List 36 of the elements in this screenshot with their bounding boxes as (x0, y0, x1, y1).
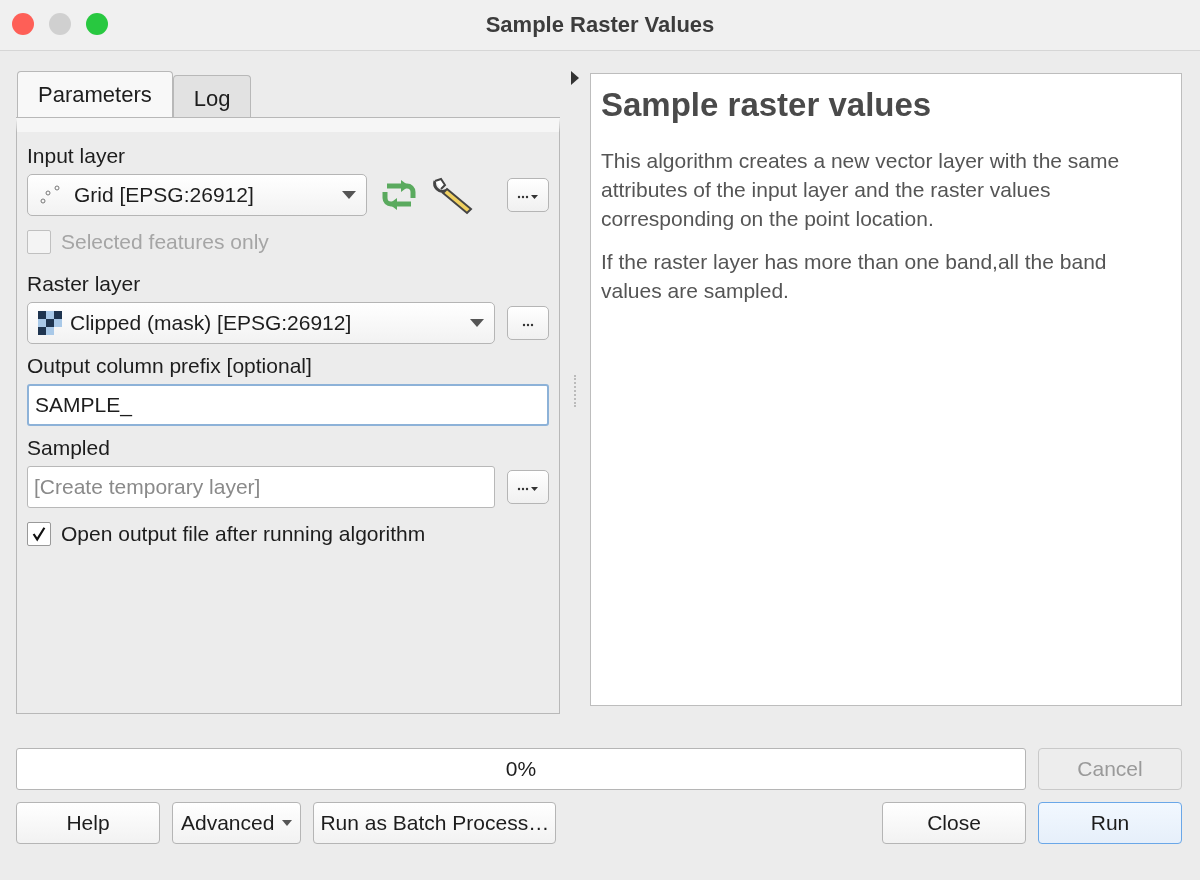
field-label: Sampled (27, 436, 110, 460)
tab[interactable]: Log (172, 75, 252, 118)
zoom-window-button[interactable] (86, 13, 108, 35)
raster-layer-icon (38, 311, 62, 335)
splitter-handle[interactable] (574, 375, 576, 407)
footer-button[interactable]: Close (882, 802, 1026, 844)
output-input-field[interactable]: [Create temporary layer] (27, 466, 495, 508)
minimize-window-button[interactable] (49, 13, 71, 35)
caret-icon (470, 319, 484, 327)
field-label: Output column prefix [optional] (27, 354, 312, 378)
close-window-button[interactable] (12, 13, 34, 35)
progress-reading: 0% (505, 757, 537, 781)
field-label: Raster layer (27, 272, 141, 296)
help-paragraph: This algorithm creates a new vector layer with the same attributes of the input layer and the raster values corresponding on the point location. (601, 148, 1121, 232)
collapse-arrow-icon[interactable] (570, 71, 580, 85)
advanced-dropdown-button[interactable]: Advanced (172, 802, 302, 844)
window-title: Sample Raster Values (485, 12, 715, 38)
layer-dropdown[interactable]: Grid [EPSG:26912] (27, 174, 367, 216)
help-title: Sample raster values (601, 86, 932, 124)
field-label: Input layer (27, 144, 126, 168)
checkbox-label: Selected features only (61, 230, 269, 254)
layer-dropdown[interactable]: Clipped (mask) [EPSG:26912] (27, 302, 495, 344)
browse-button[interactable] (507, 306, 549, 340)
tab[interactable]: Parameters (17, 71, 173, 118)
footer-button[interactable]: Help (16, 802, 160, 844)
caret-icon (282, 820, 293, 826)
checkbox-label: Open output file after running algorithm (61, 522, 426, 546)
browse-button[interactable] (507, 178, 549, 212)
checkmark-icon (30, 525, 48, 543)
checkbox[interactable] (27, 522, 51, 546)
footer-button[interactable]: Run as Batch Process… (313, 802, 557, 844)
footer-button[interactable]: Run (1038, 802, 1182, 844)
browse-button[interactable] (507, 470, 549, 504)
prefix-input-field[interactable]: SAMPLE_ (27, 384, 549, 426)
help-paragraph: If the raster layer has more than one band,all the band values are sampled. (601, 249, 1108, 304)
caret-icon (342, 191, 356, 199)
